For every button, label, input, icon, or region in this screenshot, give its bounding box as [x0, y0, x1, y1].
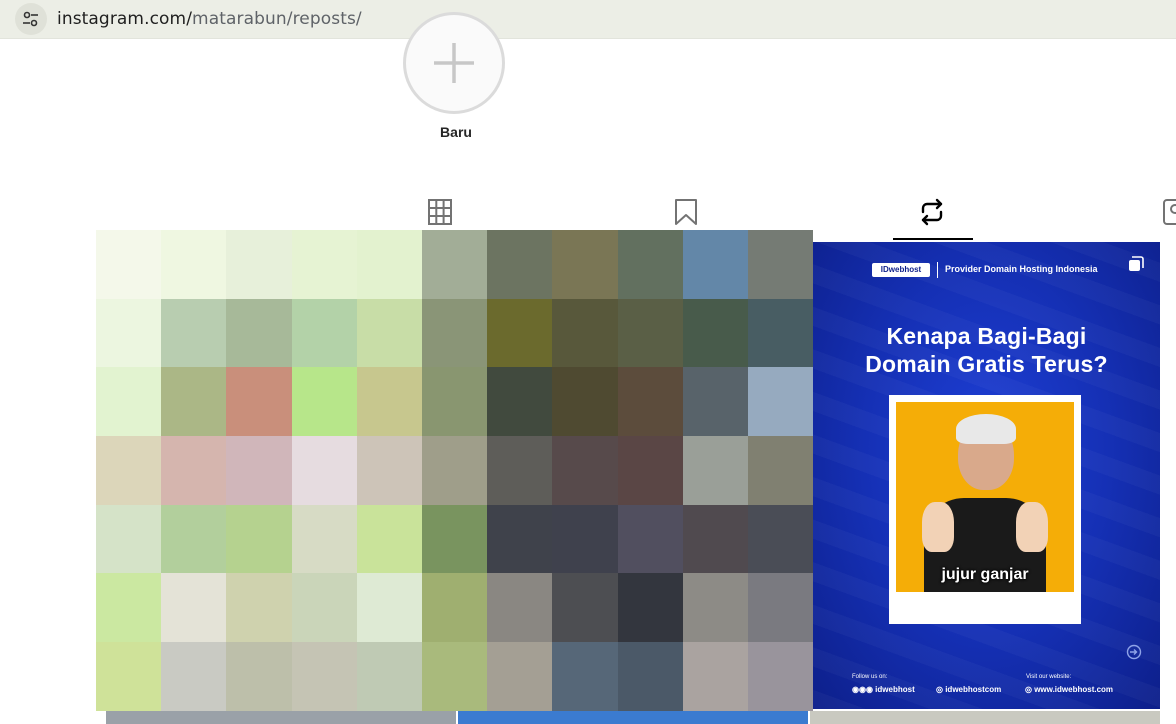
brand-tagline: Provider Domain Hosting Indonesia: [945, 264, 1098, 274]
follow-label: Follow us on:: [852, 674, 888, 680]
promo-headline-line1: Kenapa Bagi-Bagi: [886, 323, 1087, 349]
url-field[interactable]: instagram.com/matarabun/reposts/: [57, 9, 362, 29]
repost-icon: [921, 198, 943, 226]
photo-frame: jujur ganjar: [889, 395, 1081, 624]
tab-posts[interactable]: [425, 196, 455, 228]
tab-reposts[interactable]: [917, 196, 947, 228]
post-thumbnail-row2-2[interactable]: [458, 711, 808, 724]
post-thumbnail-edge[interactable]: [1163, 242, 1176, 709]
new-highlight-label: Baru: [440, 124, 472, 140]
url-domain: instagram.com/: [57, 9, 193, 29]
carousel-icon: [1129, 256, 1144, 271]
promo-headline: Kenapa Bagi-Bagi Domain Gratis Terus?: [813, 322, 1160, 378]
active-tab-indicator: [893, 238, 973, 240]
visit-label: Visit our website:: [1026, 674, 1072, 680]
brand-separator: [937, 262, 938, 278]
photo-caption: jujur ganjar: [941, 566, 1029, 583]
instagram-handle: ◎ idwebhostcom: [936, 685, 1002, 694]
bookmark-icon: [675, 199, 697, 225]
post-thumbnail-row2-1[interactable]: [106, 711, 456, 724]
new-highlight-circle[interactable]: [403, 12, 505, 114]
grid-icon: [428, 199, 452, 225]
instagram-icon: ◎: [936, 685, 946, 694]
login-icon: [1126, 644, 1142, 660]
tab-saved[interactable]: [671, 196, 701, 228]
social-icons: ◉◉◉: [852, 685, 876, 694]
social-handle: ◉◉◉ idwebhost: [852, 685, 915, 694]
tagged-icon: [1163, 199, 1176, 225]
globe-icon: ◎: [1025, 685, 1035, 694]
browser-address-bar: instagram.com/matarabun/reposts/: [0, 0, 1176, 39]
website-link: ◎ www.idwebhost.com: [1025, 685, 1114, 694]
post-thumbnail-promo[interactable]: IDwebhost Provider Domain Hosting Indone…: [813, 242, 1160, 709]
brand-logo: IDwebhost: [872, 263, 930, 277]
url-path: matarabun/reposts/: [192, 9, 362, 29]
post-thumbnail-row2-3[interactable]: [810, 711, 1160, 724]
site-info-button[interactable]: [15, 3, 47, 35]
tune-icon: [23, 11, 38, 27]
promo-headline-line2: Domain Gratis Terus?: [865, 351, 1108, 377]
plus-icon: [434, 43, 474, 83]
post-thumbnail-pixelated[interactable]: [96, 230, 814, 711]
tab-tagged[interactable]: [1160, 196, 1176, 228]
person-photo: jujur ganjar: [896, 402, 1074, 592]
